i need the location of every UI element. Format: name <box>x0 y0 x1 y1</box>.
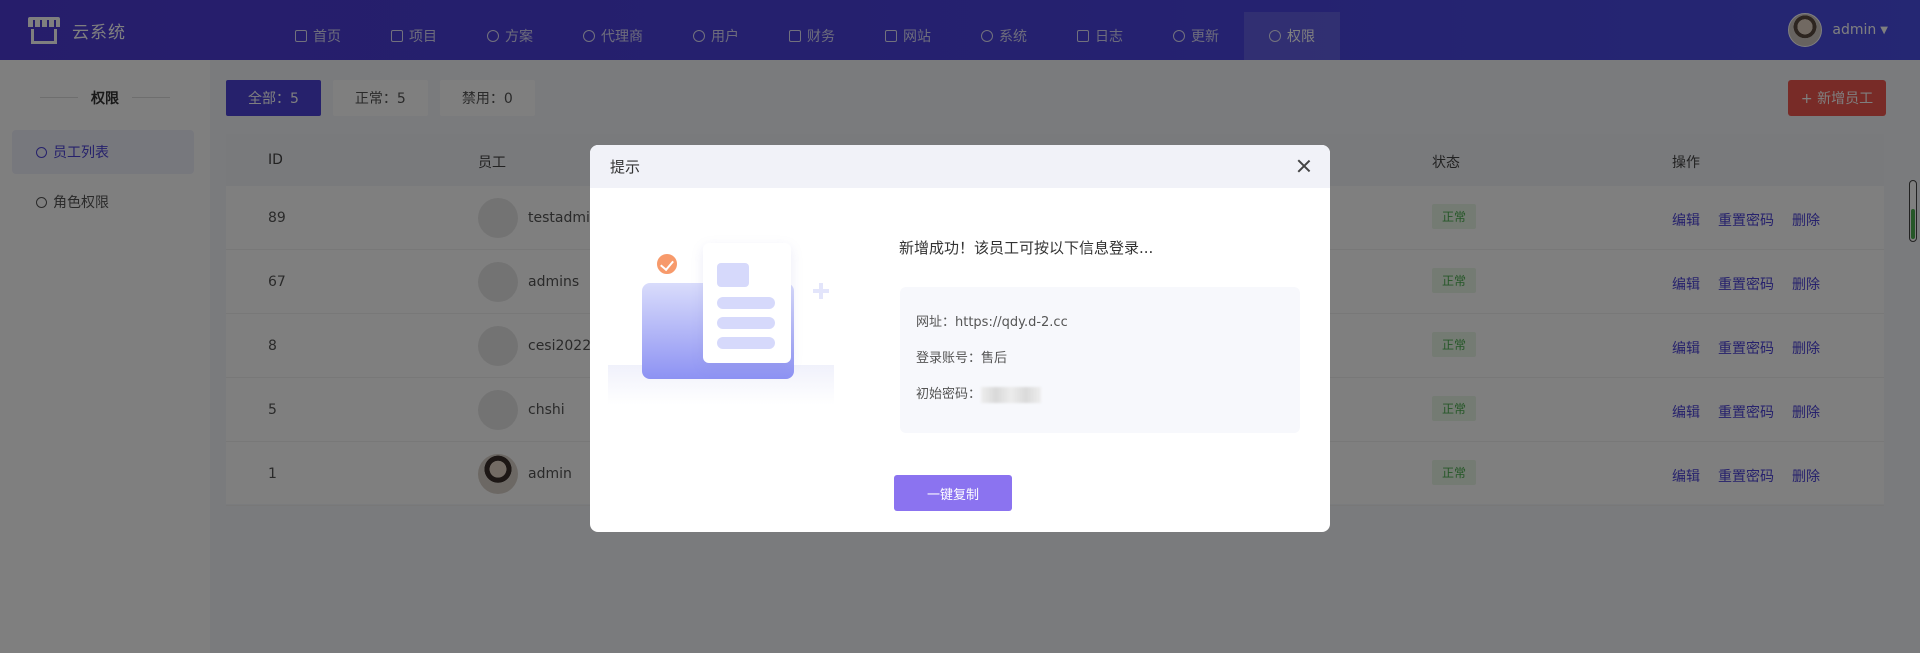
success-message: 新增成功！该员工可按以下信息登录... <box>899 239 1154 257</box>
dialog-title: 提示 <box>610 158 641 176</box>
login-url: 网址：https://qdy.d-2.cc <box>916 315 1068 330</box>
success-dialog: 提示 新增成功！该员工可按以下信息登录... 网址：https://qdy.d-… <box>590 145 1330 532</box>
login-info-panel: 网址：https://qdy.d-2.cc 登录账号：售后 初始密码： <box>900 287 1300 433</box>
password-label: 初始密码： <box>916 387 982 402</box>
dialog-header: 提示 <box>590 145 1330 188</box>
initial-password: 初始密码： <box>916 383 1042 403</box>
copy-all-button[interactable]: 一键复制 <box>894 475 1012 511</box>
login-account: 登录账号：售后 <box>916 351 1008 366</box>
document-icon <box>703 243 791 363</box>
plus-decoration-icon <box>813 283 829 299</box>
check-circle-icon <box>654 251 680 277</box>
close-icon[interactable] <box>1296 158 1312 174</box>
success-illustration <box>608 225 838 415</box>
password-value-redacted <box>981 386 1042 403</box>
